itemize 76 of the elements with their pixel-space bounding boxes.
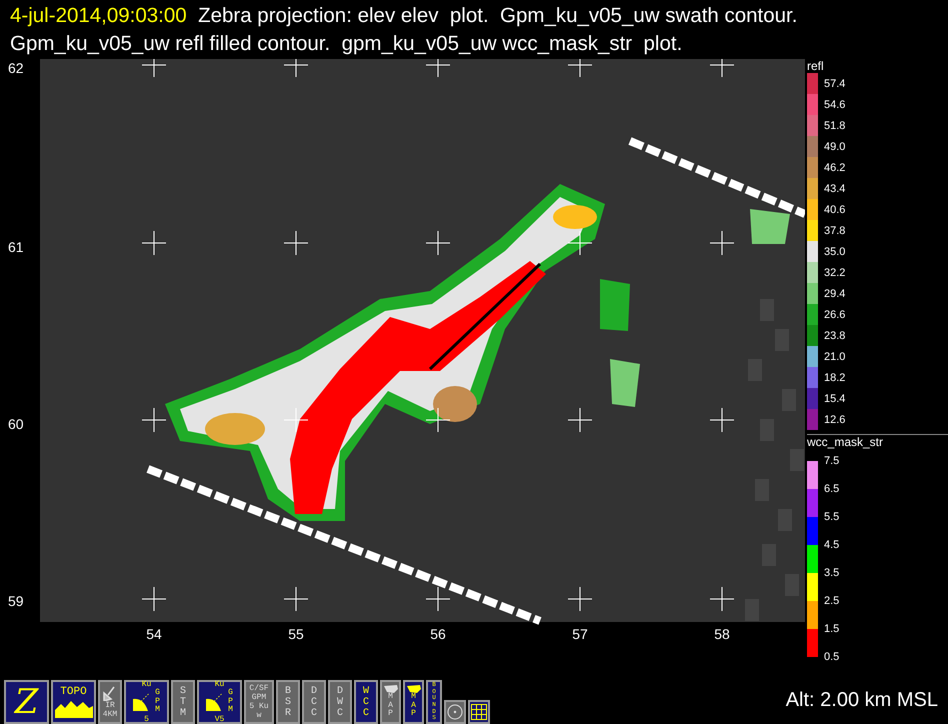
grid-cross-icon (568, 230, 592, 256)
legend-value: 32.2 (824, 266, 846, 278)
plot-title: 4-jul-2014,09:03:00 Zebra projection: elev elev plot. Gpm_ku_v05_uw swath contour. Gpm_ku_v05_uw refl filled contour. gpm_ku_v05_uw wcc_mask_str plot. (9, 3, 798, 57)
legend-value: 6.5 (824, 482, 840, 497)
toolbar-button[interactable]: DCC (302, 680, 326, 724)
grid-cross-icon (142, 586, 166, 612)
x-axis-label: 54 (146, 626, 162, 642)
x-axis-label: 57 (572, 626, 588, 642)
legend-value: 54.6 (824, 98, 846, 110)
grid-cross-icon (426, 230, 450, 256)
map-icon (384, 684, 398, 693)
legend-value: 3.5 (824, 566, 840, 581)
grid-cross-icon (284, 586, 308, 612)
legend-value: 37.8 (824, 224, 846, 236)
legend-value: 2.5 (824, 594, 840, 609)
grid-cross-icon (710, 59, 734, 78)
grid-icon (471, 704, 487, 720)
legend-value: 5.5 (824, 510, 840, 525)
x-axis-label: 55 (288, 626, 304, 642)
y-axis-label: 59 (8, 593, 24, 609)
legend-value: 18.2 (824, 372, 846, 384)
y-axis-label: 60 (8, 416, 24, 432)
grid-cross-icon (142, 59, 166, 78)
grid-cross-icon (142, 408, 166, 432)
toolbar-button[interactable]: MAP (380, 680, 401, 724)
legend-value: 40.6 (824, 204, 846, 216)
legend-value: 7.5 (824, 454, 840, 469)
legend-value: 57.4 (824, 78, 846, 90)
toolbar-button[interactable]: BSR (276, 680, 300, 724)
toolbar-button[interactable]: IR 4KM (98, 680, 122, 724)
toolbar-button[interactable]: TOPO (51, 680, 96, 724)
toolbar-button[interactable]: C/SF GPM 5 Ku w (244, 680, 274, 724)
grid-cross-icon (426, 59, 450, 78)
x-axis-label: 58 (714, 626, 730, 642)
grid-cross-icon (426, 408, 450, 432)
grid-cross-icon (284, 408, 308, 432)
legend-value: 43.4 (824, 182, 846, 194)
grid-cross-icon (284, 230, 308, 256)
legend-value: 12.6 (824, 414, 846, 426)
altitude-label: Alt: 2.00 km MSL (786, 688, 938, 712)
legend-value: 51.8 (824, 120, 846, 132)
grid-cross-icon (710, 586, 734, 612)
y-axis-label: 62 (8, 60, 24, 76)
legend-value: 35.0 (824, 246, 846, 258)
map-icon (406, 684, 420, 693)
legend-value: 15.4 (824, 392, 846, 404)
grid-cross-icon (568, 408, 592, 432)
legend-title: refl (807, 59, 825, 73)
grid-cross-icon (568, 586, 592, 612)
legend-value: 0.5 (824, 650, 840, 665)
grid-cross-icon (284, 59, 308, 78)
toolbar-button[interactable]: Ku GPM V5 (197, 680, 242, 724)
grid-cross-icon (426, 586, 450, 612)
toolbar-button[interactable]: STM (171, 680, 195, 724)
toolbar-button[interactable] (468, 700, 490, 724)
circle-icon (447, 704, 463, 720)
x-axis-label: 56 (430, 626, 446, 642)
legend-value: 49.0 (824, 140, 846, 152)
grid-cross-icon (710, 230, 734, 256)
legend-title: wcc_mask_str (807, 435, 884, 449)
toolbar-button[interactable]: Z (4, 680, 49, 724)
grid-cross-icon (568, 59, 592, 78)
grid-cross-icon (142, 230, 166, 256)
y-axis-label: 61 (8, 239, 24, 255)
legend-value: 4.5 (824, 538, 840, 553)
toolbar-button[interactable]: MAP (403, 680, 424, 724)
legend-value: 23.8 (824, 330, 846, 342)
toolbar-button[interactable]: DWC (328, 680, 352, 724)
legend-value: 21.0 (824, 350, 846, 362)
legend-value: 1.5 (824, 622, 840, 637)
legend-value: 26.6 (824, 308, 846, 320)
toolbar-button[interactable]: WCC (354, 680, 378, 724)
toolbar-button[interactable]: Ku GPM 5 (124, 680, 169, 724)
legend-value: 29.4 (824, 288, 846, 300)
grid-cross-icon (710, 408, 734, 432)
legend-value: 46.2 (824, 162, 846, 174)
